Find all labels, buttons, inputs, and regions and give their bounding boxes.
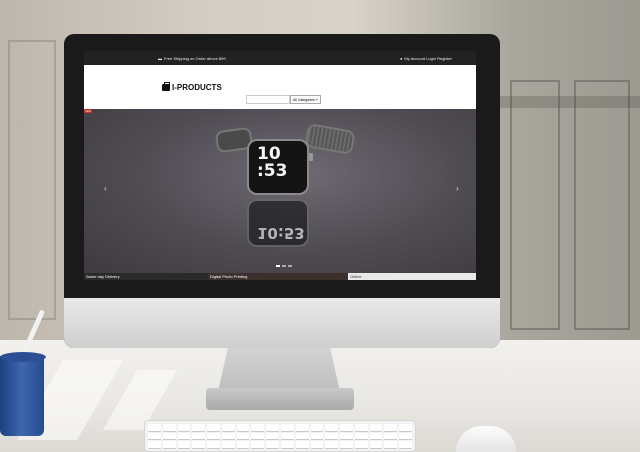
briefcase-icon	[162, 82, 170, 91]
watch-reflection: 10:53	[247, 199, 309, 247]
logo-text: I-PRODUCTS	[172, 83, 222, 92]
keyboard-key	[384, 432, 398, 440]
keyboard-key	[236, 441, 250, 448]
keyboard-key	[162, 424, 176, 431]
keyboard-key	[192, 441, 206, 448]
keyboard-key	[177, 424, 191, 431]
keyboard-key	[369, 432, 383, 440]
keyboard-key	[177, 432, 191, 440]
imac-stand	[218, 348, 340, 392]
keyboard-key	[207, 424, 220, 431]
imac-stand-foot	[206, 388, 354, 410]
watch-minutes: :53	[257, 161, 288, 181]
keyboard-key	[310, 441, 324, 448]
keyboard-key	[266, 432, 279, 440]
promo-online[interactable]: Online	[348, 273, 476, 280]
keyboard-key	[384, 441, 398, 448]
slider-dot[interactable]	[276, 265, 280, 267]
keyboard-key	[177, 441, 191, 448]
keyboard-key	[325, 432, 339, 440]
keyboard-key	[280, 432, 294, 440]
keyboard-key	[192, 432, 206, 440]
keyboard-key	[295, 441, 309, 448]
search-bar: All Categories ˅	[246, 95, 321, 104]
wall-panel	[574, 80, 630, 330]
keyboard-key	[295, 424, 309, 431]
shipping-link[interactable]: ▬ Free Shipping on Order above $99	[158, 56, 226, 61]
keyboard-key	[162, 432, 176, 440]
chevron-left-icon[interactable]: ‹	[104, 184, 107, 193]
keyboard-key	[340, 441, 353, 448]
keyboard-key	[221, 441, 235, 448]
keyboard-key	[148, 432, 161, 440]
account-text: My Account Login Register	[404, 55, 452, 61]
wall-panel	[8, 40, 56, 320]
keyboard-key	[399, 424, 412, 431]
keyboard-key	[207, 432, 220, 440]
chevron-right-icon[interactable]: ›	[456, 184, 459, 193]
wall-panel	[510, 80, 560, 330]
smartwatch-image: 10 :53	[247, 139, 309, 195]
reflection-text: 10:53	[257, 224, 305, 242]
slider-dot[interactable]	[282, 265, 286, 267]
promo-strip: Same day Delivery Digital Photo Printing…	[84, 273, 476, 280]
keyboard-key	[251, 424, 265, 431]
keyboard-key	[236, 424, 250, 431]
keyboard-key	[340, 432, 353, 440]
top-bar: ▬ Free Shipping on Order above $99 ● My …	[84, 51, 476, 65]
watch-band-right	[304, 123, 356, 155]
keyboard-key	[280, 441, 294, 448]
keyboard	[144, 420, 416, 452]
keyboard-key	[162, 441, 176, 448]
keyboard-key	[295, 432, 309, 440]
keyboard-key	[148, 441, 161, 448]
watch-crown	[309, 153, 313, 161]
site-logo[interactable]: I-PRODUCTS	[162, 82, 222, 92]
keyboard-key	[399, 441, 412, 448]
hero-slider[interactable]: new 10 :53 10:53 ‹ ›	[84, 109, 476, 273]
screen: ▬ Free Shipping on Order above $99 ● My …	[84, 51, 476, 280]
keyboard-key	[251, 432, 265, 440]
category-select[interactable]: All Categories ˅	[290, 95, 321, 104]
slider-dot[interactable]	[288, 265, 292, 267]
keyboard-key	[266, 441, 279, 448]
pencil-cup-rim	[0, 352, 46, 362]
keyboard-key	[369, 424, 383, 431]
keyboard-key	[354, 424, 368, 431]
slider-dots	[276, 265, 292, 267]
imac-chin	[64, 298, 500, 348]
keyboard-key	[192, 424, 206, 431]
promo-same-day-delivery[interactable]: Same day Delivery	[84, 273, 208, 280]
pencil-cup	[0, 356, 44, 436]
keyboard-key	[325, 441, 339, 448]
keyboard-key	[266, 424, 279, 431]
keyboard-key	[221, 424, 235, 431]
keyboard-key	[369, 441, 383, 448]
account-links[interactable]: ● My Account Login Register	[400, 56, 452, 61]
promo-photo-printing[interactable]: Digital Photo Printing	[208, 273, 348, 280]
new-badge: new	[84, 109, 92, 113]
keyboard-key	[221, 432, 235, 440]
keyboard-key	[310, 424, 324, 431]
keyboard-key	[354, 441, 368, 448]
keyboard-key	[384, 424, 398, 431]
category-select-value: All Categories	[293, 97, 315, 102]
keyboard-key	[236, 432, 250, 440]
keyboard-key	[148, 424, 161, 431]
chevron-down-icon: ˅	[314, 97, 318, 102]
keyboard-key	[251, 441, 265, 448]
keyboard-key	[207, 441, 220, 448]
keyboard-key	[280, 424, 294, 431]
keyboard-key	[354, 432, 368, 440]
user-icon: ●	[399, 55, 403, 61]
truck-icon: ▬	[158, 55, 162, 61]
shipping-text: Free Shipping on Order above $99	[164, 55, 226, 61]
keyboard-key	[399, 432, 412, 440]
search-input[interactable]	[246, 95, 290, 104]
site-header: I-PRODUCTS All Categories ˅ Home Shop Ne…	[84, 65, 476, 119]
keyboard-key	[325, 424, 339, 431]
keyboard-key	[310, 432, 324, 440]
keyboard-key	[340, 424, 353, 431]
